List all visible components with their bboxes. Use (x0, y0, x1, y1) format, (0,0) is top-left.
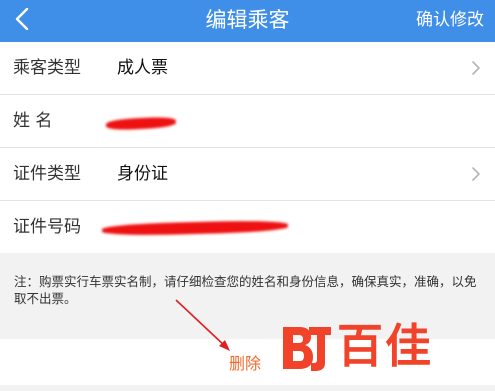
passenger-type-value: 成人票 (117, 58, 168, 78)
name-row[interactable]: 姓 名 (0, 95, 495, 148)
id-type-row[interactable]: 证件类型 身份证 (0, 148, 495, 201)
chevron-left-icon (15, 7, 29, 34)
id-type-label: 证件类型 (13, 164, 81, 184)
watermark-logo: 百佳 (279, 319, 479, 375)
top-bar: 编辑乘客 确认修改 (0, 0, 495, 42)
id-type-value: 身份证 (117, 164, 168, 184)
watermark-text: 百佳 (337, 319, 433, 373)
passenger-type-row[interactable]: 乘客类型 成人票 (0, 42, 495, 95)
real-name-notice: 注：购票实行车票实名制，请仔细检查您的姓名和身份信息，确保真实，准确，以免取不出… (14, 274, 477, 306)
id-number-label: 证件号码 (13, 217, 81, 237)
confirm-edit-button[interactable]: 确认修改 (416, 0, 484, 42)
chevron-right-icon (471, 166, 481, 182)
chevron-right-icon (471, 60, 481, 76)
delete-button[interactable]: 删除 (229, 350, 261, 374)
name-label: 姓 名 (13, 111, 53, 131)
passenger-type-label: 乘客类型 (13, 58, 81, 78)
back-button[interactable] (4, 3, 40, 39)
